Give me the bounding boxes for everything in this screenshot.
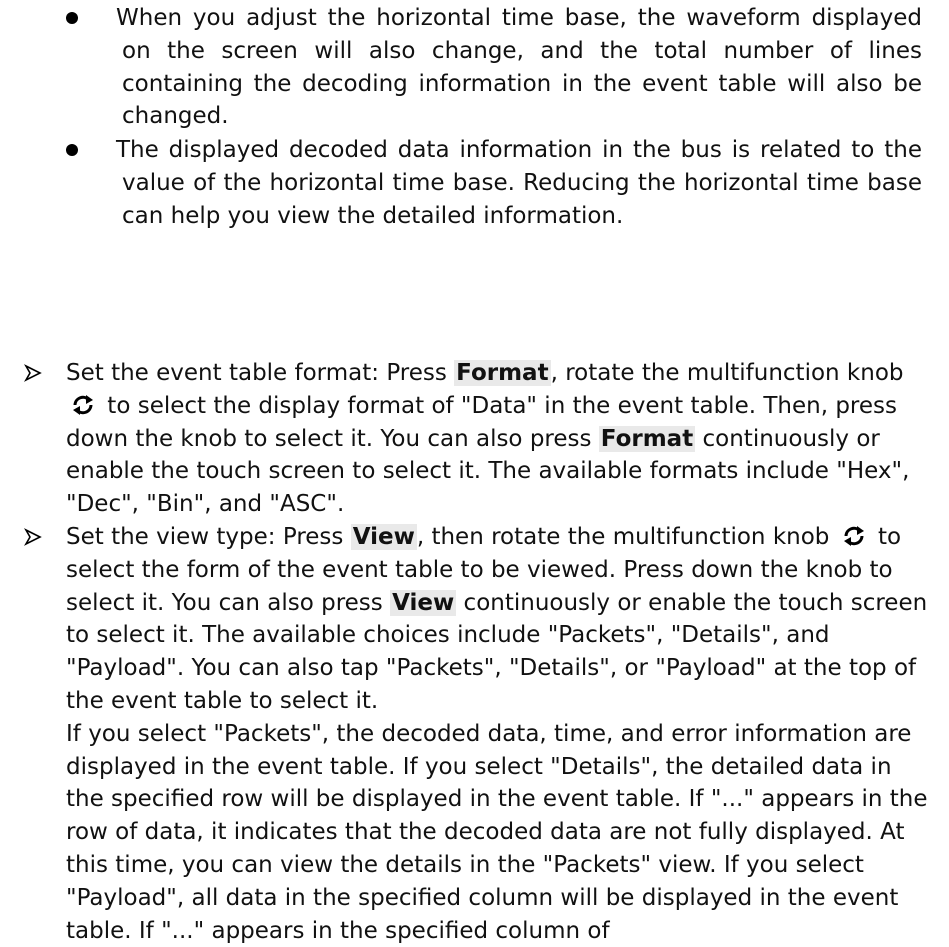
view-item-text: Set the view type: Press View, then rota… bbox=[66, 521, 936, 947]
format-keyword: Format bbox=[454, 360, 551, 386]
rotate-knob-icon bbox=[73, 394, 93, 415]
view-keyword: View bbox=[350, 524, 417, 550]
view-keyword-2: View bbox=[390, 589, 457, 616]
arrowhead-icon bbox=[23, 364, 42, 382]
format-item-text: Set the event table format: Press Format… bbox=[66, 360, 910, 518]
filled-circle-icon bbox=[66, 144, 78, 156]
view-paragraph-1: Set the view type: Press View, then rota… bbox=[66, 524, 928, 714]
arrowhead-icon bbox=[23, 528, 42, 546]
note-text-2: The displayed decoded data information i… bbox=[116, 137, 922, 229]
filled-circle-icon bbox=[66, 12, 78, 24]
rotate-knob-icon bbox=[843, 526, 864, 546]
format-keyword-2: Format bbox=[598, 425, 696, 452]
note-text-1: When you adjust the horizontal time base… bbox=[116, 5, 922, 130]
view-paragraph-2: If you select "Packets", the decoded dat… bbox=[66, 720, 928, 944]
